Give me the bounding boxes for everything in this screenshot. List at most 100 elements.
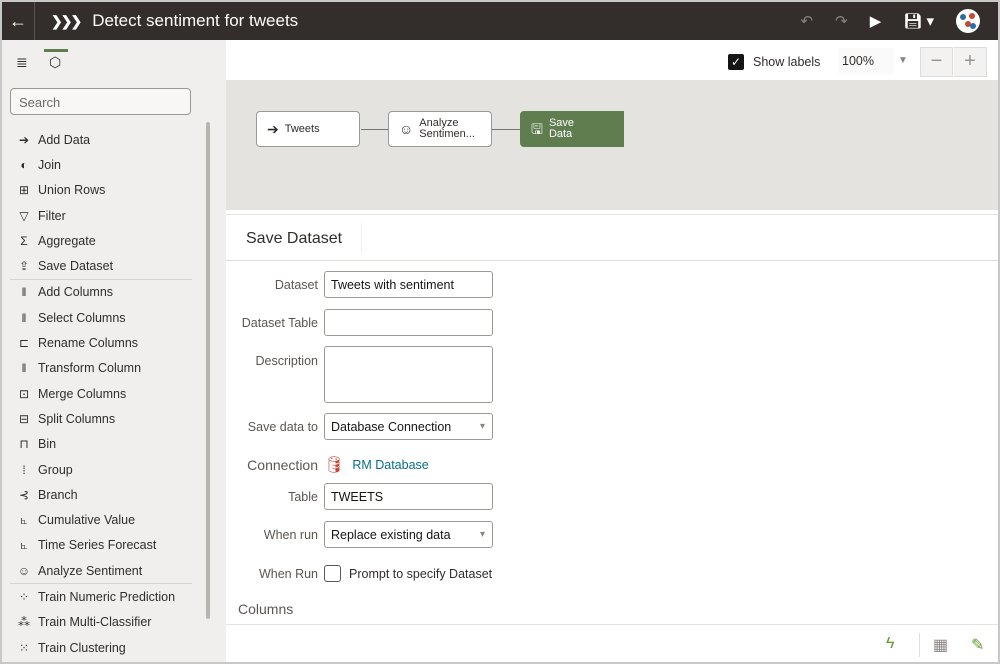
join-icon: ◐ [20, 157, 28, 172]
sidebar-item-aggregate[interactable]: Σ Aggregate [2, 228, 202, 253]
app-logo-icon: ❯❯❯ [51, 12, 82, 29]
sidebar-item-label: Aggregate [38, 233, 96, 248]
dataset-table-label: Dataset Table [241, 315, 318, 330]
edit-preview-icon[interactable]: ✎ [971, 635, 984, 655]
forecast-chart-icon: ⦜ [20, 537, 28, 552]
when-run-prompt-label: When Run [258, 566, 318, 581]
when-run-select[interactable]: Replace existing data [324, 521, 493, 548]
checkbox-checked-icon[interactable]: ✓ [728, 54, 744, 70]
sidebar-item-rename-columns[interactable]: ⊏ Rename Columns [2, 330, 202, 355]
sidebar-item-bin[interactable]: ⊓ Bin [2, 432, 202, 457]
add-columns-icon: ‖ [21, 285, 27, 300]
sidebar-item-filter[interactable]: ▽ Filter [2, 203, 202, 228]
node-label: Analyze Sentimen... [419, 118, 475, 140]
cumulative-chart-icon: ⦜ [20, 512, 28, 527]
undo-icon[interactable]: ↶ [801, 12, 814, 30]
dataset-table-input[interactable] [324, 309, 493, 336]
steps-tab-hexagon-icon[interactable]: ⬡ [49, 54, 61, 71]
table-label: Table [288, 489, 318, 504]
sidebar-scrollbar[interactable] [206, 122, 210, 619]
sidebar-item-label: Join [38, 157, 61, 172]
sidebar-item-transform-column[interactable]: ‖ Transform Column [2, 356, 202, 381]
sidebar-item-label: Train Multi-Classifier [38, 615, 152, 630]
table-grid-icon[interactable]: ▦ [933, 635, 948, 655]
zoom-in-button[interactable]: + [954, 47, 987, 77]
save-to-label: Save data to [247, 419, 318, 434]
sidebar-item-label: Train Numeric Prediction [38, 589, 176, 604]
canvas-toolbar: ✓ Show labels 100% ▼ − + [226, 40, 998, 80]
redo-icon[interactable]: ↷ [835, 12, 848, 30]
app-window: ← ❯❯❯ Detect sentiment for tweets ↶ ↷ ▶ … [2, 2, 998, 662]
connection-link[interactable]: RM Database [352, 458, 428, 472]
branch-icon: ⊰ [18, 487, 30, 502]
table-input[interactable]: TWEETS [324, 483, 493, 510]
sidebar-item-union-rows[interactable]: ⊞ Union Rows [2, 178, 202, 203]
sidebar-item-save-dataset[interactable]: ⇪ Save Dataset [2, 253, 202, 278]
sidebar-item-group[interactable]: ⁞ Group [2, 457, 202, 482]
cluster-icon: ⁙ [18, 640, 30, 655]
sidebar-item-label: Save Dataset [38, 259, 114, 274]
sidebar-item-add-columns[interactable]: ‖ Add Columns [2, 280, 202, 305]
database-icon: 🛢︎ [324, 457, 345, 474]
transform-column-icon: ‖ [21, 361, 27, 376]
group-icon: ⁞ [22, 462, 26, 477]
description-textarea[interactable] [324, 346, 493, 403]
sidebar-item-analyze-sentiment[interactable]: ☺ Analyze Sentiment [2, 558, 202, 583]
sidebar-item-label: Add Data [38, 132, 91, 147]
sidebar-item-train-clustering[interactable]: ⁙ Train Clustering [2, 635, 202, 660]
node-tweets[interactable]: ➔ Tweets [256, 111, 360, 147]
node-analyze-sentiment[interactable]: ☺ Analyze Sentimen... [388, 111, 492, 147]
connection-label: Connection [247, 457, 318, 473]
node-label: Save Data [549, 118, 574, 140]
dataset-input[interactable]: Tweets with sentiment [324, 271, 493, 298]
prompt-checkbox[interactable] [324, 565, 341, 582]
sidebar-item-label: Filter [38, 208, 66, 223]
flow-edge [492, 129, 522, 130]
zoom-dropdown-chevron-icon[interactable]: ▼ [898, 48, 916, 74]
lightning-icon[interactable]: ϟ [886, 635, 894, 653]
back-button[interactable]: ← [2, 2, 35, 40]
sidebar-item-label: Add Columns [38, 285, 114, 300]
properties-panel: Save Dataset Dataset Tweets with sentimen… [226, 214, 998, 624]
tree-icon: ⁂ [18, 615, 30, 630]
smiley-icon: ☺ [17, 563, 31, 578]
sidebar-item-split-columns[interactable]: ⊟ Split Columns [2, 406, 202, 431]
sidebar-item-select-columns[interactable]: ‖ Select Columns [2, 305, 202, 330]
select-columns-icon: ‖ [21, 310, 27, 325]
scatter-icon: ⁘ [18, 589, 30, 604]
search-input[interactable]: Search [10, 88, 191, 115]
tab-save-dataset[interactable]: Save Dataset [226, 223, 361, 253]
sidebar-item-label: Bin [38, 437, 57, 452]
sidebar-item-cumulative-value[interactable]: ⦜ Cumulative Value [2, 507, 202, 532]
show-labels-label: Show labels [753, 55, 821, 69]
run-icon[interactable]: ▶ [870, 12, 882, 30]
data-tab-database-icon[interactable]: ≣ [16, 54, 28, 71]
sigma-icon: Σ [20, 233, 28, 248]
zoom-level-field[interactable]: 100% [838, 48, 894, 74]
split-columns-icon: ⊟ [18, 411, 30, 426]
save-icon: 🖫 [531, 120, 543, 137]
when-run-label: When run [263, 527, 318, 542]
save-menu-button[interactable]: 💾︎ ▾ [903, 12, 934, 30]
sidebar-item-train-multi-classifier[interactable]: ⁂ Train Multi-Classifier [2, 610, 202, 635]
bin-icon: ⊓ [19, 437, 29, 452]
active-tab-indicator [44, 49, 68, 52]
sidebar-item-merge-columns[interactable]: ⊡ Merge Columns [2, 381, 202, 406]
avatar[interactable] [956, 9, 980, 33]
node-save-data[interactable]: 🖫 Save Data [520, 111, 624, 147]
zoom-out-button[interactable]: − [920, 47, 953, 77]
sidebar-item-label: Select Columns [38, 310, 126, 325]
save-to-select[interactable]: Database Connection [324, 413, 493, 440]
sidebar-item-train-numeric-prediction[interactable]: ⁘ Train Numeric Prediction [2, 584, 202, 609]
sidebar-item-label: Merge Columns [38, 386, 127, 401]
sidebar-item-add-data[interactable]: ➔ Add Data [2, 127, 202, 152]
upload-icon: ⇪ [18, 259, 30, 274]
show-labels-checkbox[interactable]: ✓ Show labels [728, 54, 820, 70]
sidebar-item-branch[interactable]: ⊰ Branch [2, 482, 202, 507]
prompt-label: Prompt to specify Dataset [349, 566, 493, 581]
step-list: ➔ Add Data ◐ Join ⊞ Union Rows ▽ Filter Σ Aggrega… [2, 127, 202, 660]
sidebar-item-join[interactable]: ◐ Join [2, 152, 202, 177]
divider [919, 633, 920, 657]
sidebar-item-label: Time Series Forecast [38, 538, 157, 553]
sidebar-item-time-series-forecast[interactable]: ⦜ Time Series Forecast [2, 533, 202, 558]
